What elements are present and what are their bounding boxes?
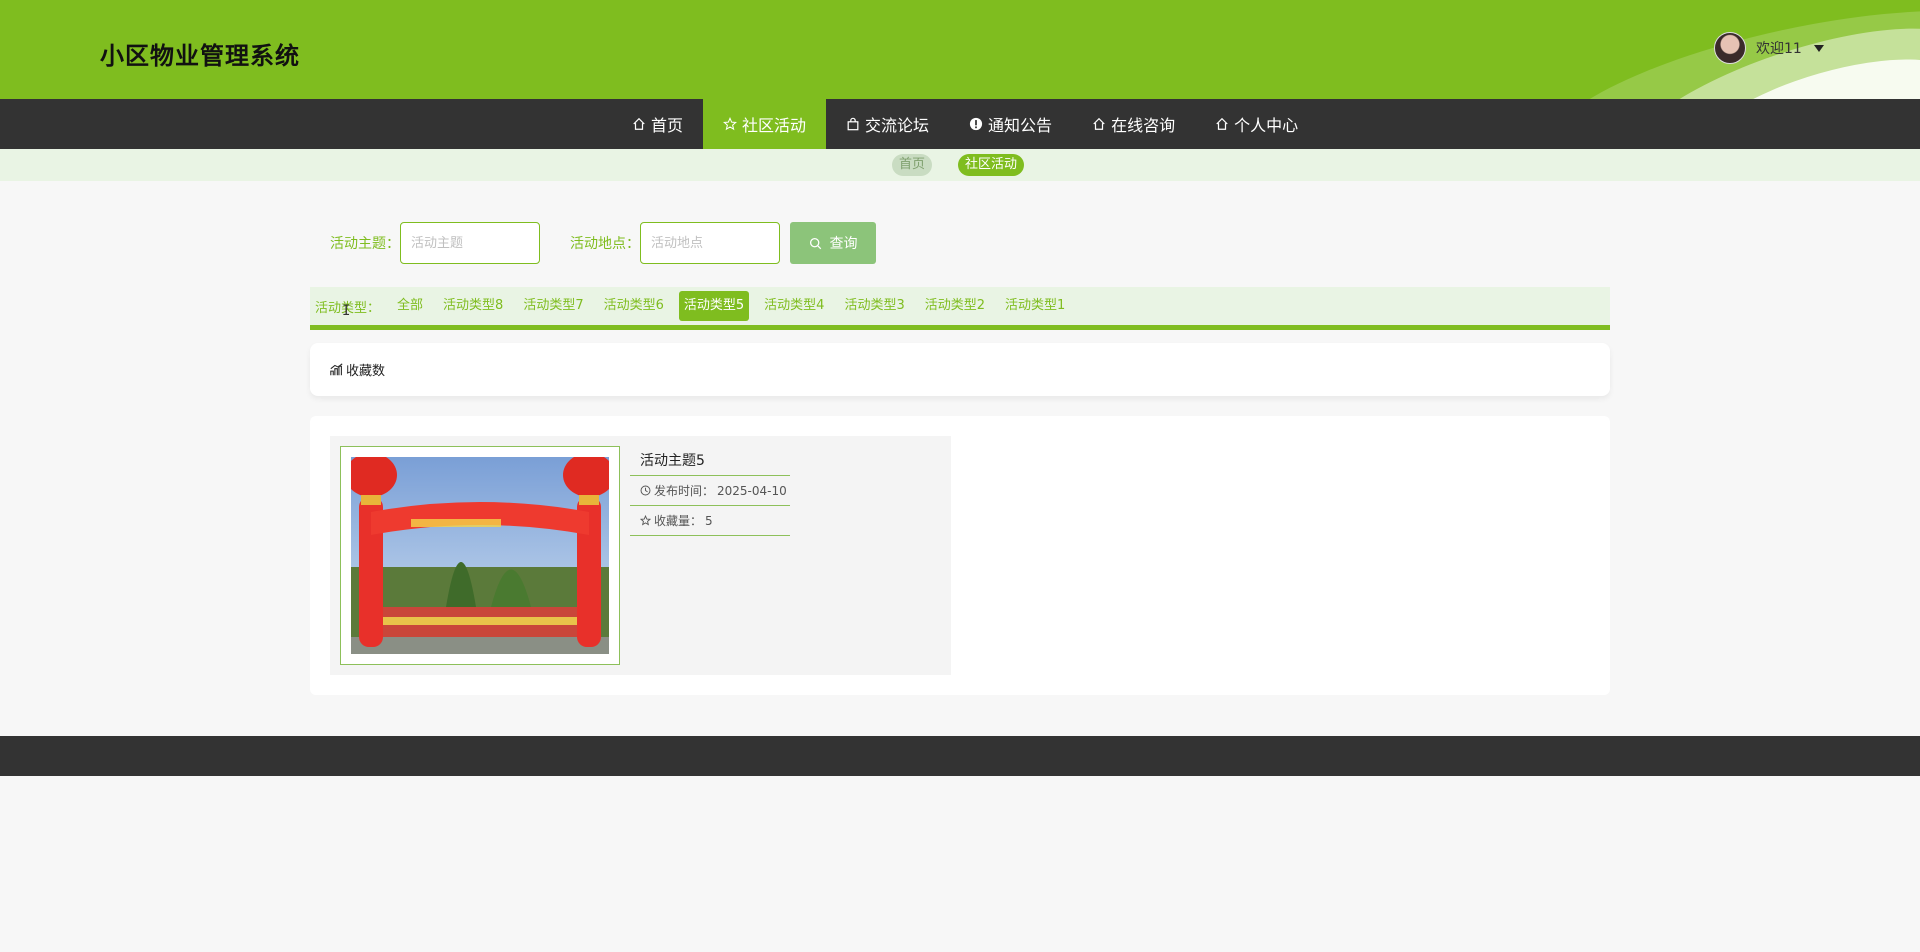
type-filter-5[interactable]: 活动类型5 xyxy=(678,291,750,321)
publish-date: 2025-04-10 xyxy=(717,483,787,498)
topic-search-input[interactable] xyxy=(400,222,540,264)
sort-bar: 收藏数 xyxy=(310,343,1610,396)
nav-item-label: 交流论坛 xyxy=(865,116,930,135)
nav-item-consult[interactable]: 在线咨询 xyxy=(1072,99,1195,149)
star-icon xyxy=(640,515,651,526)
nav-item-label: 在线咨询 xyxy=(1111,116,1176,135)
footer xyxy=(0,736,1920,776)
activity-publish-time: 发布时间： 2025-04-10 xyxy=(630,476,790,506)
nav-item-label: 社区活动 xyxy=(742,116,807,135)
location-search-input[interactable] xyxy=(640,222,780,264)
text-cursor-icon: I xyxy=(342,303,351,319)
activity-type-filter: 活动类型： 全部 活动类型8 活动类型7 活动类型6 活动类型5 活动类型4 活… xyxy=(310,287,1610,330)
favorites-label: 收藏量： xyxy=(654,513,703,528)
main-nav: 首页 社区活动 交流论坛 通知公告 在线咨询 个人中心 xyxy=(0,99,1920,149)
nav-item-label: 个人中心 xyxy=(1234,116,1299,135)
activity-list: 活动主题5 发布时间： 2025-04-10 收藏量： 5 xyxy=(310,416,1610,695)
clock-icon xyxy=(640,485,651,496)
home-icon xyxy=(633,117,645,130)
publish-label: 发布时间： xyxy=(654,483,715,498)
sort-by-favorites[interactable]: 收藏数 xyxy=(330,360,385,379)
type-filter-3[interactable]: 活动类型3 xyxy=(839,291,909,321)
nav-item-profile[interactable]: 个人中心 xyxy=(1195,99,1318,149)
activity-title[interactable]: 活动主题5 xyxy=(630,446,790,476)
nav-item-label: 通知公告 xyxy=(988,116,1053,135)
nav-item-label: 首页 xyxy=(651,116,684,135)
header: 小区物业管理系统 欢迎11 xyxy=(0,0,1920,99)
activity-favorites: 收藏量： 5 xyxy=(630,506,790,536)
welcome-text[interactable]: 欢迎11 xyxy=(1756,38,1802,58)
search-form: 活动主题： 活动地点： 查询 xyxy=(330,222,876,264)
search-button-label: 查询 xyxy=(829,236,858,252)
breadcrumb-home[interactable]: 首页 xyxy=(892,154,933,176)
activity-info: 活动主题5 发布时间： 2025-04-10 收藏量： 5 xyxy=(630,446,790,536)
type-filter-1[interactable]: 活动类型1 xyxy=(1000,291,1070,321)
caret-down-icon[interactable] xyxy=(1813,44,1824,52)
bag-icon xyxy=(847,117,859,131)
type-filter-7[interactable]: 活动类型7 xyxy=(518,291,588,321)
search-button[interactable]: 查询 xyxy=(790,222,876,264)
home-icon xyxy=(1216,117,1228,130)
star-icon xyxy=(723,117,737,131)
site-title: 小区物业管理系统 xyxy=(100,42,300,70)
chart-icon xyxy=(330,363,343,376)
activity-image[interactable] xyxy=(340,446,620,665)
list-item[interactable]: 活动主题5 发布时间： 2025-04-10 收藏量： 5 xyxy=(330,436,951,675)
topic-label: 活动主题： xyxy=(330,236,400,252)
search-icon xyxy=(809,237,821,249)
type-filter-2[interactable]: 活动类型2 xyxy=(920,291,990,321)
type-filter-4[interactable]: 活动类型4 xyxy=(759,291,829,321)
sort-label: 收藏数 xyxy=(346,364,386,379)
breadcrumb-current: 社区活动 xyxy=(958,154,1025,176)
location-label: 活动地点： xyxy=(570,236,640,252)
nav-item-community-activity[interactable]: 社区活动 xyxy=(703,99,827,149)
type-filter-all[interactable]: 全部 xyxy=(392,291,428,321)
nav-item-forum[interactable]: 交流论坛 xyxy=(826,99,949,149)
favorites-count: 5 xyxy=(705,513,713,528)
red-arch-photo-icon xyxy=(351,457,609,654)
nav-item-home[interactable]: 首页 xyxy=(612,99,703,149)
type-filter-8[interactable]: 活动类型8 xyxy=(438,291,508,321)
nav-item-notice[interactable]: 通知公告 xyxy=(949,99,1072,149)
home-icon xyxy=(1093,117,1105,130)
breadcrumb: 首页 社区活动 xyxy=(0,149,1920,181)
avatar[interactable] xyxy=(1714,32,1746,64)
alert-icon xyxy=(969,117,983,131)
user-menu[interactable]: 欢迎11 xyxy=(1714,32,1824,64)
type-filter-6[interactable]: 活动类型6 xyxy=(599,291,669,321)
